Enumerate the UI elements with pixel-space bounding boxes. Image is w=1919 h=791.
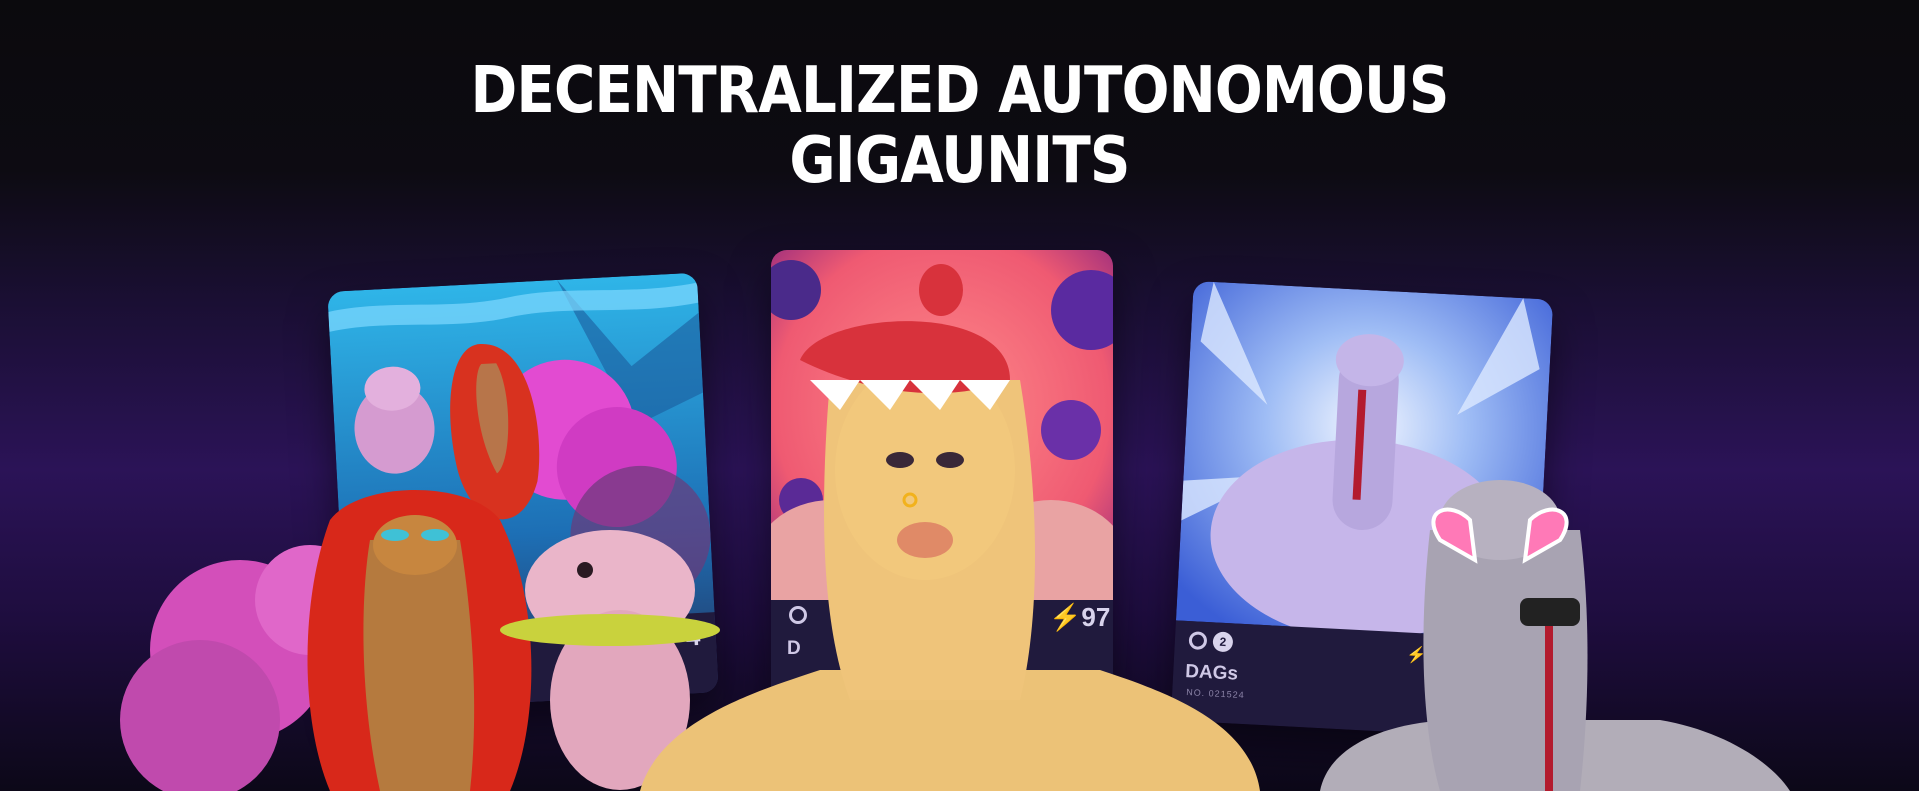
character-redhead — [307, 490, 532, 791]
character-right-heartglasses — [1320, 480, 1790, 791]
character-center-muscleman — [640, 321, 1260, 791]
foreground-characters — [120, 321, 1790, 791]
